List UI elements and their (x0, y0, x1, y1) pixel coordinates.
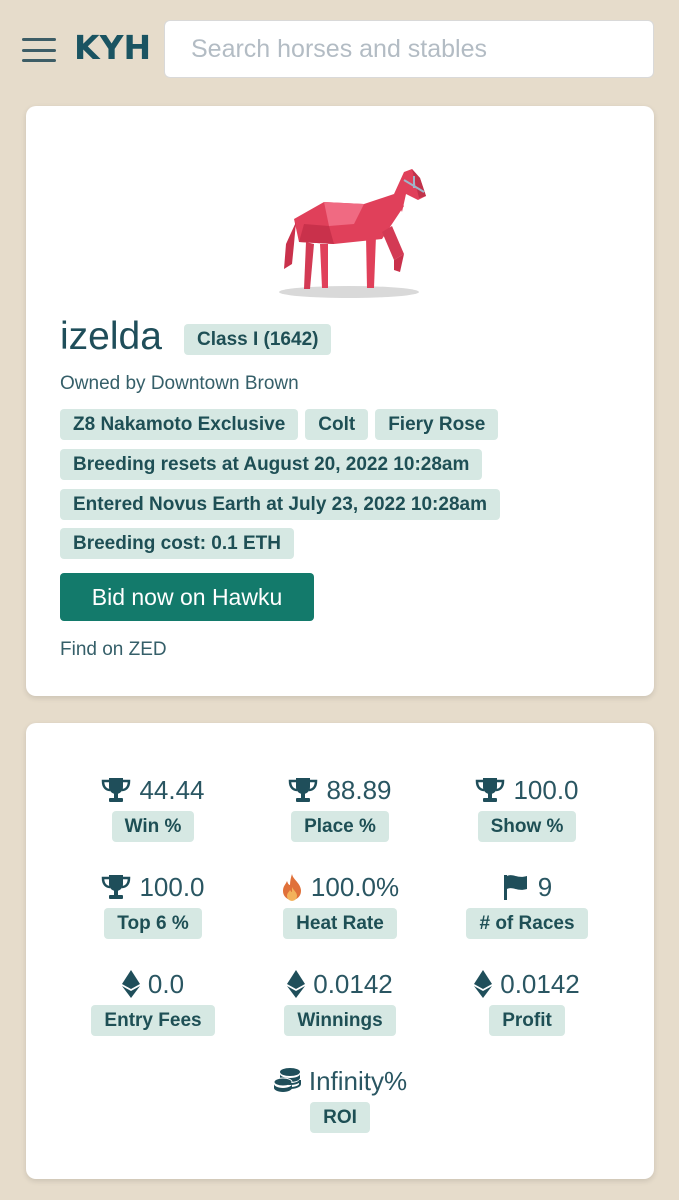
trophy-icon (289, 778, 318, 802)
stat-winnings: 0.0142 Winnings (240, 967, 440, 1037)
coins-icon (273, 1068, 301, 1092)
breeding-cost-badge: Breeding cost: 0.1 ETH (60, 528, 294, 559)
horse-image (279, 169, 426, 298)
stat-value: 0.0 (147, 968, 185, 999)
stat-value: 88.89 (326, 774, 392, 805)
top-bar: KYH (0, 0, 679, 100)
stat-value: 0.0142 (313, 968, 393, 999)
stat-label: Heat Rate (283, 908, 397, 939)
stat-label: # of Races (466, 908, 588, 939)
horse-profile-card: izelda Class I (1642) Owned by Downtown … (26, 106, 654, 696)
coat-badge: Fiery Rose (375, 409, 499, 440)
bloodline-badge: Z8 Nakamoto Exclusive (60, 409, 299, 440)
stats-card: 44.44 Win % 88.89 Place % 100.0 Show % 1… (26, 723, 654, 1179)
kyh-logo[interactable]: KYH (74, 28, 151, 67)
find-on-zed-link[interactable]: Find on ZED (60, 639, 167, 661)
stat-label: ROI (310, 1102, 370, 1133)
ethereum-icon (474, 970, 493, 998)
horse-name: izelda (60, 315, 162, 358)
stat-label: Place % (291, 811, 389, 842)
stat-label: Winnings (284, 1005, 396, 1036)
ethereum-icon (121, 970, 140, 998)
stat-label: Entry Fees (91, 1005, 215, 1036)
stat-win: 44.44 Win % (53, 773, 253, 843)
bid-hawku-button[interactable]: Bid now on Hawku (60, 573, 314, 621)
horse-tags: Z8 Nakamoto Exclusive Colt Fiery Rose (60, 409, 499, 440)
gender-badge: Colt (305, 409, 369, 440)
stat-top6: 100.0 Top 6 % (53, 870, 253, 940)
class-badge: Class I (1642) (184, 324, 332, 355)
entered-date-badge: Entered Novus Earth at July 23, 2022 10:… (60, 489, 500, 520)
stat-place: 88.89 Place % (240, 773, 440, 843)
stat-label: Win % (111, 811, 195, 842)
stat-value: 100.0 (139, 871, 205, 902)
stat-value: 0.0142 (500, 968, 580, 999)
trophy-icon (102, 778, 131, 802)
stat-value: 100.0 (513, 774, 579, 805)
stat-races: 9 # of Races (427, 870, 627, 940)
trophy-icon (102, 875, 131, 899)
stat-label: Profit (489, 1005, 565, 1036)
stat-label: Top 6 % (104, 908, 202, 939)
ethereum-icon (287, 970, 306, 998)
stat-label: Show % (477, 811, 577, 842)
stat-entry-fees: 0.0 Entry Fees (53, 967, 253, 1037)
stat-value: Infinity% (308, 1065, 408, 1096)
stat-value: 9 (537, 871, 553, 902)
fire-icon (282, 874, 301, 901)
stat-roi: Infinity% ROI (240, 1064, 440, 1134)
breeding-resets-badge: Breeding resets at August 20, 2022 10:28… (60, 449, 483, 480)
search-input[interactable] (164, 20, 654, 78)
stat-value: 44.44 (139, 774, 205, 805)
stat-value: 100.0% (310, 871, 400, 902)
hamburger-menu-icon[interactable] (22, 38, 56, 62)
flag-icon (503, 875, 527, 900)
owner-text: Owned by Downtown Brown (60, 373, 299, 394)
trophy-icon (476, 778, 505, 802)
stat-show: 100.0 Show % (427, 773, 627, 843)
stat-heat-rate: 100.0% Heat Rate (240, 870, 440, 940)
stat-profit: 0.0142 Profit (427, 967, 627, 1037)
